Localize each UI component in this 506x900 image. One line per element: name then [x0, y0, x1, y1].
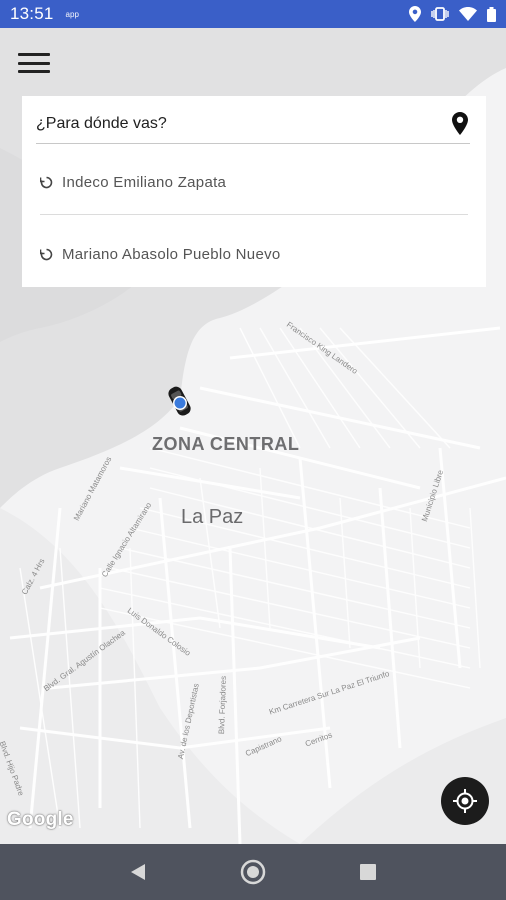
- map-city-label: La Paz: [181, 506, 244, 528]
- battery-icon: [487, 6, 496, 22]
- recent-destination-label: Indeco Emiliano Zapata: [62, 173, 227, 191]
- vehicle-marker[interactable]: [166, 384, 194, 420]
- status-app-indicator: app: [65, 9, 79, 19]
- my-location-button[interactable]: [441, 777, 489, 825]
- home-button[interactable]: [233, 852, 273, 892]
- menu-icon-bar: [18, 53, 50, 56]
- destination-input[interactable]: ¿Para dónde vas?: [36, 115, 450, 133]
- divider: [40, 214, 468, 215]
- recents-square-icon: [360, 864, 377, 880]
- crosshair-icon: [453, 789, 477, 813]
- history-icon: [40, 247, 54, 261]
- status-time: 13:51: [10, 4, 54, 23]
- menu-icon-bar: [18, 70, 50, 73]
- recent-destination-label: Mariano Abasolo Pueblo Nuevo: [62, 245, 281, 263]
- back-triangle-icon: [130, 864, 145, 880]
- destination-search[interactable]: ¿Para dónde vas?: [36, 104, 470, 144]
- location-icon: [409, 6, 421, 22]
- map-pin-icon[interactable]: [450, 111, 470, 137]
- status-bar: 13:51 app: [0, 0, 506, 28]
- recents-button[interactable]: [348, 852, 388, 892]
- map-area-label: ZONA CENTRAL: [152, 434, 300, 454]
- car-icon: [168, 386, 191, 416]
- vibrate-icon: [431, 7, 449, 21]
- menu-button[interactable]: [18, 50, 50, 76]
- google-logo: Google: [7, 809, 74, 830]
- wifi-icon: [459, 7, 477, 21]
- system-nav-bar: [0, 844, 506, 900]
- status-icons: [409, 6, 496, 22]
- home-circle-icon: [240, 859, 266, 885]
- recent-destination-item[interactable]: Indeco Emiliano Zapata: [40, 154, 468, 210]
- menu-icon-bar: [18, 61, 50, 65]
- recent-destination-item[interactable]: Mariano Abasolo Pueblo Nuevo: [40, 226, 468, 282]
- search-card: ¿Para dónde vas? Indeco Emiliano Zapata …: [22, 96, 486, 287]
- back-button[interactable]: [118, 852, 158, 892]
- history-icon: [40, 175, 54, 189]
